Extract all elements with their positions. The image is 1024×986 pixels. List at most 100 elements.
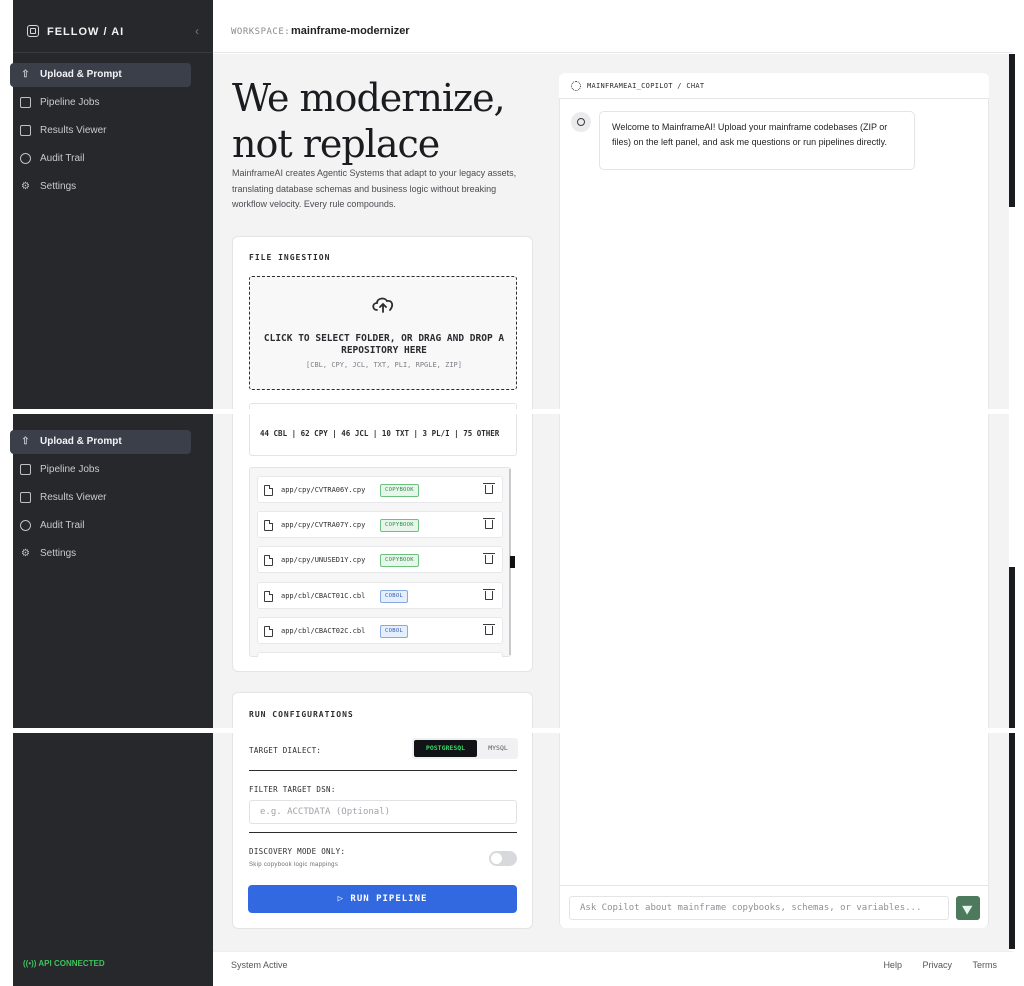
hero-title-line-1: We modernize,	[232, 76, 506, 120]
hero-description: MainframeAI creates Agentic Systems that…	[232, 168, 517, 209]
footer-link-terms[interactable]: Terms	[973, 960, 998, 970]
sidebar-item-settings[interactable]: ⚙ Settings	[10, 542, 191, 566]
trash-icon[interactable]	[483, 589, 495, 600]
file-row[interactable]: app/cpy/CVTRA07Y.cpy COPYBOOK	[257, 511, 503, 538]
file-icon	[264, 520, 273, 531]
screenshot-strip-2: ⇧ Upload & Prompt Pipeline Jobs Results V…	[0, 414, 1024, 728]
file-name: app/cbl/CBACT01C.cbl	[281, 592, 366, 600]
footer-links: Help Privacy Terms	[865, 960, 997, 970]
file-row[interactable]: app/cpy/CVTRA06Y.cpy COPYBOOK	[257, 476, 503, 503]
sidebar-item-label: Upload & Prompt	[40, 436, 122, 447]
trash-icon[interactable]	[483, 624, 495, 635]
send-button[interactable]	[956, 896, 980, 920]
sidebar-item-label: Settings	[40, 181, 77, 192]
brand: FELLOW / AI	[27, 25, 124, 38]
gear-icon	[571, 81, 581, 91]
file-counts-card	[249, 403, 517, 409]
dropzone[interactable]: CLICK TO SELECT FOLDER, OR DRAG AND DROP…	[249, 276, 517, 390]
api-status-text: API CONNECTED	[38, 959, 105, 968]
chat-body	[559, 733, 989, 885]
cloud-upload-icon	[372, 297, 394, 313]
signal-icon: ((•))	[23, 959, 39, 968]
trash-icon[interactable]	[483, 553, 495, 564]
sidebar-item-audit-trail[interactable]: Audit Trail	[10, 514, 191, 538]
target-dialect-label: TARGET DIALECT:	[249, 746, 322, 755]
sidebar-item-settings[interactable]: ⚙ Settings	[10, 175, 191, 199]
scroll-thumb[interactable]	[510, 556, 515, 568]
chip-icon	[27, 25, 39, 37]
footer-bar: System Active Help Privacy Terms	[213, 951, 1013, 979]
workspace-label: WORKSPACE:	[231, 27, 291, 37]
chat-title: MAINFRAMEAI_COPILOT / CHAT	[587, 82, 705, 90]
document-icon	[20, 125, 31, 136]
dropzone-text: CLICK TO SELECT FOLDER, OR DRAG AND DROP…	[263, 333, 505, 356]
sidebar	[13, 0, 213, 409]
database-icon	[20, 97, 31, 108]
file-type-badge: COBOL	[380, 625, 409, 638]
sidebar-item-audit-trail[interactable]: Audit Trail	[10, 147, 191, 171]
scrollbar[interactable]	[1009, 733, 1015, 949]
file-row[interactable]: app/cbl/CBACT02C.cbl COBOL	[257, 617, 503, 644]
dsn-input[interactable]: e.g. ACCTDATA (Optional)	[249, 800, 517, 824]
dialect-toggle: POSTGRESQL MYSQL	[412, 738, 518, 759]
sidebar-item-results-viewer[interactable]: Results Viewer	[10, 486, 191, 510]
footer-link-privacy[interactable]: Privacy	[922, 960, 952, 970]
api-status: ((•)) API CONNECTED	[23, 959, 105, 968]
sidebar-item-label: Results Viewer	[40, 125, 107, 136]
upload-icon: ⇧	[21, 69, 30, 80]
gear-icon: ⚙	[21, 181, 30, 192]
dialect-option-mysql[interactable]: MYSQL	[482, 740, 514, 757]
footer-link-help[interactable]: Help	[883, 960, 902, 970]
sidebar-item-pipeline-jobs[interactable]: Pipeline Jobs	[10, 458, 191, 482]
chat-message-welcome: Welcome to MainframeAI! Upload your main…	[599, 111, 915, 170]
scrollbar[interactable]	[1009, 54, 1015, 207]
discovery-label: DISCOVERY MODE ONLY:	[249, 847, 346, 856]
file-name: app/cpy/CVTRA07Y.cpy	[281, 521, 366, 529]
sidebar-item-upload-prompt[interactable]: ⇧ Upload & Prompt	[10, 430, 191, 454]
gear-icon: ⚙	[21, 548, 30, 559]
file-type-badge: COBOL	[380, 590, 409, 603]
dsn-label: FILTER TARGET DSN:	[249, 785, 336, 794]
discovery-hint: Skip copybook logic mappings	[249, 862, 339, 868]
sidebar-item-pipeline-jobs[interactable]: Pipeline Jobs	[10, 91, 191, 115]
file-icon	[264, 555, 273, 566]
sidebar-item-label: Pipeline Jobs	[40, 464, 100, 475]
dialect-option-postgresql[interactable]: POSTGRESQL	[414, 740, 477, 757]
trash-icon[interactable]	[483, 483, 495, 494]
file-row[interactable]: app/cbl/CBACT01C.cbl COBOL	[257, 582, 503, 609]
sidebar-item-upload-prompt[interactable]: ⇧ Upload & Prompt	[10, 63, 191, 87]
sidebar	[13, 733, 213, 986]
screenshot-strip-3: ((•)) API CONNECTED TARGET DIALECT: POST…	[0, 733, 1024, 986]
file-icon	[264, 485, 273, 496]
top-bar: WORKSPACE: mainframe-modernizer	[213, 10, 1013, 53]
divider	[249, 770, 517, 771]
file-type-badge: COPYBOOK	[380, 554, 419, 567]
file-name: app/cbl/CBACT02C.cbl	[281, 627, 366, 635]
run-config-label: RUN CONFIGURATIONS	[249, 710, 354, 719]
file-ingestion-label: FILE INGESTION	[249, 253, 331, 262]
upload-icon: ⇧	[21, 436, 30, 447]
discovery-mode-toggle[interactable]	[489, 851, 517, 866]
file-row[interactable]: app/cpy/UNUSED1Y.cpy COPYBOOK	[257, 546, 503, 573]
chat-header: MAINFRAMEAI_COPILOT / CHAT	[559, 73, 989, 99]
sidebar-item-label: Upload & Prompt	[40, 69, 122, 80]
chat-footer: Ask Copilot about mainframe copybooks, s…	[559, 885, 989, 928]
workspace-name: mainframe-modernizer	[291, 25, 410, 37]
chat-input[interactable]: Ask Copilot about mainframe copybooks, s…	[569, 896, 949, 920]
dropzone-file-types: [CBL, CPY, JCL, TXT, PLI, RPGLE, ZIP]	[306, 361, 462, 369]
file-row[interactable]	[257, 652, 503, 657]
screenshot-strip-1: FELLOW / AI ‹ ⇧ Upload & Prompt Pipeline …	[0, 0, 1024, 409]
trash-icon[interactable]	[483, 518, 495, 529]
sidebar-header: FELLOW / AI ‹	[13, 10, 213, 53]
hero-title-line-2: not replace	[232, 122, 440, 166]
hero-title: We modernize, not replace	[232, 75, 506, 167]
run-pipeline-button[interactable]: ▷ RUN PIPELINE	[248, 885, 517, 913]
history-icon	[20, 520, 31, 531]
sidebar-item-label: Results Viewer	[40, 492, 107, 503]
database-icon	[20, 464, 31, 475]
scrollbar[interactable]	[1009, 567, 1015, 728]
file-type-badge: COPYBOOK	[380, 484, 419, 497]
file-name: app/cpy/UNUSED1Y.cpy	[281, 556, 366, 564]
chevron-left-icon[interactable]: ‹	[195, 24, 199, 38]
sidebar-item-results-viewer[interactable]: Results Viewer	[10, 119, 191, 143]
